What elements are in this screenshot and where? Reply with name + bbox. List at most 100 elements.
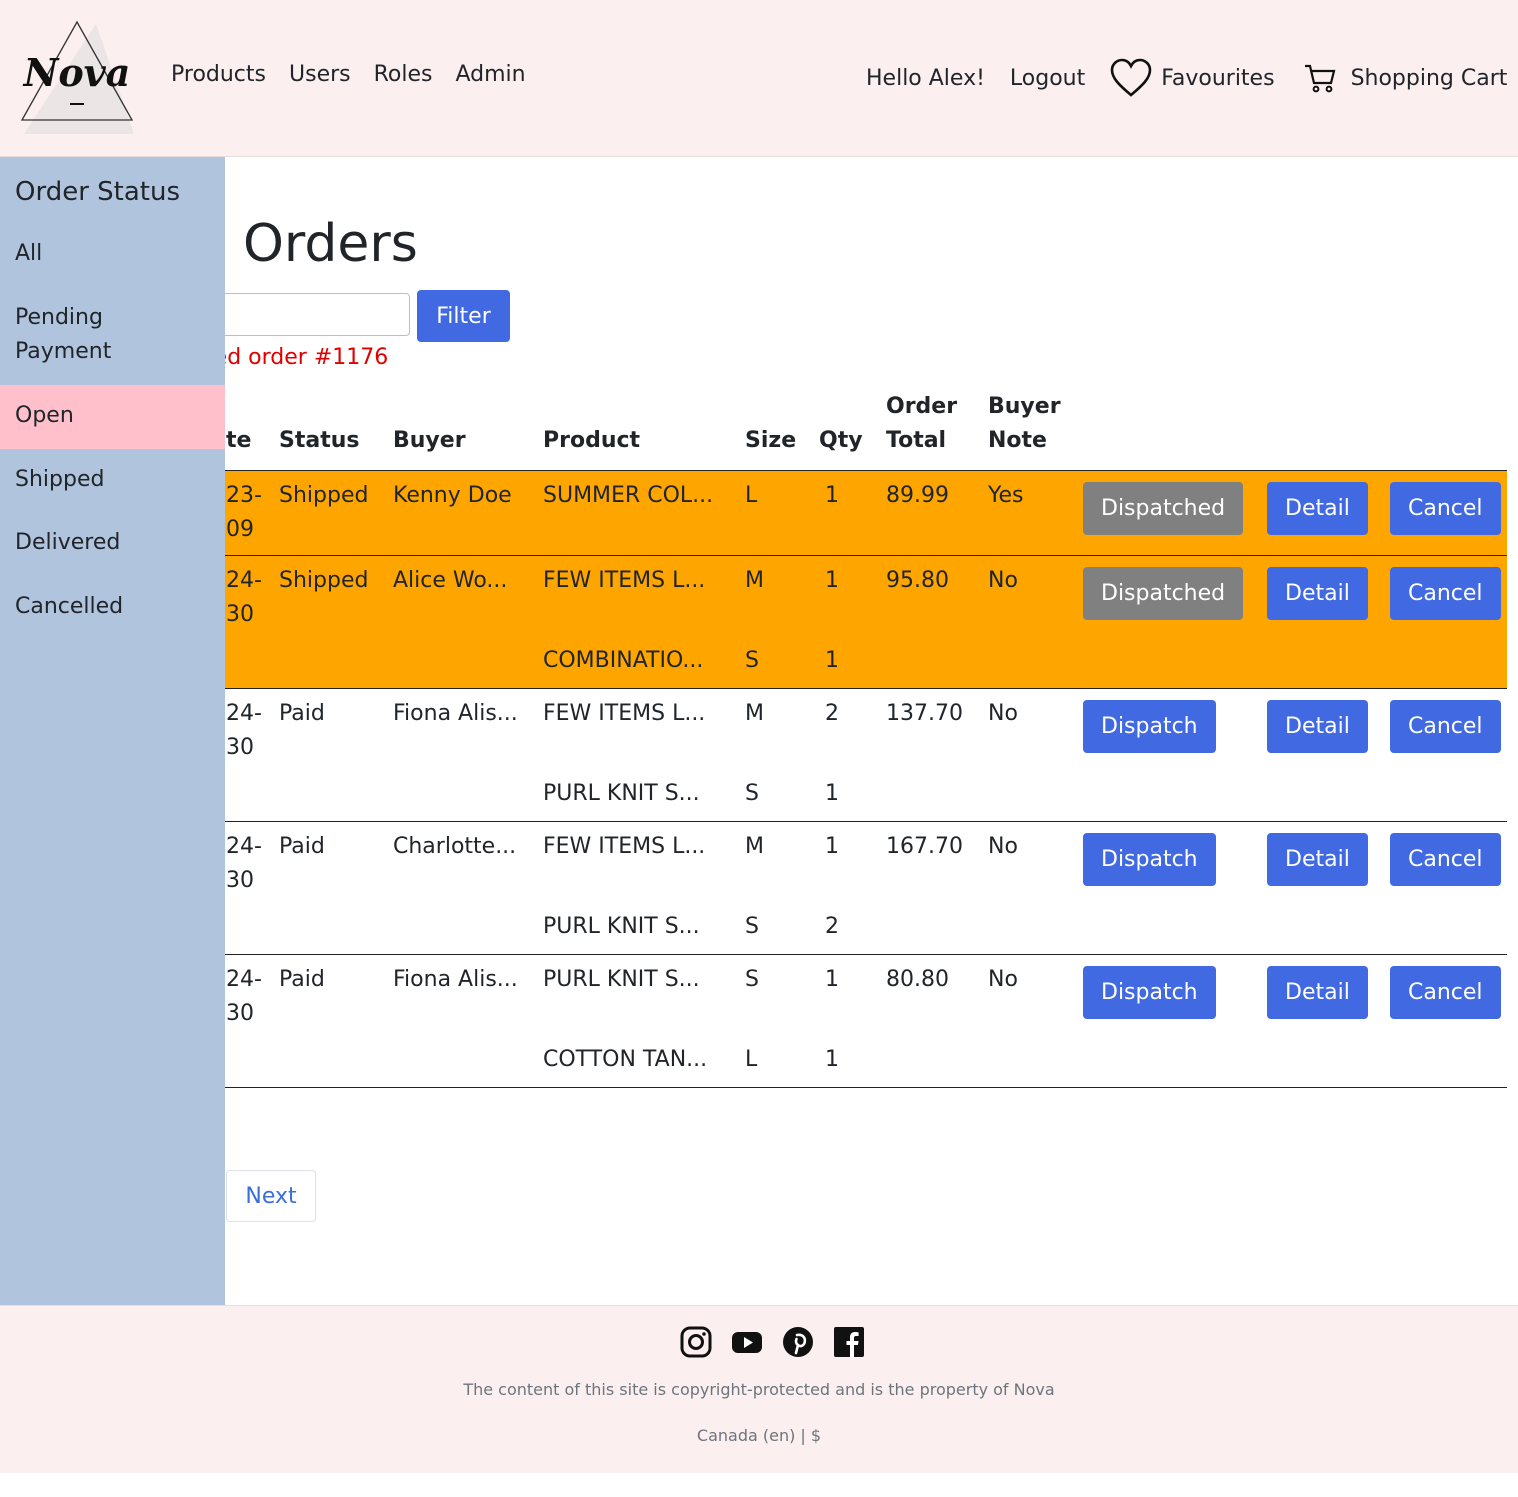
- dispatch-button[interactable]: Dispatch: [1083, 833, 1216, 886]
- dispatch-button[interactable]: Dispatch: [1083, 700, 1216, 753]
- buyer-note: Yes: [982, 470, 1077, 556]
- nav-products[interactable]: Products: [171, 62, 266, 87]
- empty-cell: [1384, 906, 1507, 955]
- cancel-button[interactable]: Cancel: [1390, 700, 1501, 753]
- shopping-cart-link[interactable]: Shopping Cart: [1303, 62, 1508, 94]
- table-row: 24- 30 Shipped Alice Wo... FEW ITEMS L... M 1 9…: [100, 555, 1507, 640]
- page-title: Orders: [243, 214, 418, 274]
- favourites-label: Favourites: [1161, 65, 1275, 91]
- item-size: S: [745, 967, 759, 992]
- col-order-total: Order Total: [880, 386, 982, 471]
- user-nav: Hello Alex! Logout Favourites Shopping C…: [866, 58, 1507, 98]
- col-size: Size: [739, 386, 813, 471]
- item-qty: 1: [825, 967, 839, 992]
- empty-cell: [273, 906, 387, 955]
- item-size: L: [739, 470, 813, 556]
- detail-button[interactable]: Detail: [1267, 567, 1368, 620]
- item-size: S: [739, 640, 813, 689]
- cancel-button[interactable]: Cancel: [1390, 567, 1501, 620]
- cancel-cell: Cancel: [1384, 689, 1507, 774]
- col-buyer-note: Buyer Note: [982, 386, 1077, 471]
- copyright-text: The content of this site is copyright-pr…: [463, 1380, 1055, 1399]
- pinterest-icon[interactable]: [782, 1326, 814, 1358]
- sidebar-item-shipped[interactable]: Shipped: [0, 463, 225, 519]
- favourites-link[interactable]: Favourites: [1109, 58, 1275, 98]
- buyer-note: No: [988, 967, 1018, 992]
- nav-users[interactable]: Users: [289, 62, 351, 87]
- order-total: 95.80: [880, 555, 982, 640]
- empty-cell: [880, 1039, 982, 1088]
- logout-link[interactable]: Logout: [1010, 66, 1085, 91]
- empty-cell: [880, 773, 982, 822]
- youtube-icon[interactable]: [731, 1326, 763, 1358]
- detail-cell: Detail: [1261, 955, 1384, 1040]
- order-status: Paid: [279, 967, 325, 992]
- item-qty: 1: [825, 834, 839, 859]
- cancel-cell: Cancel: [1384, 822, 1507, 907]
- col-buyer: Buyer: [387, 386, 537, 471]
- facebook-icon[interactable]: [833, 1326, 865, 1358]
- empty-cell: [273, 1039, 387, 1088]
- locale-selector[interactable]: Canada (en) | $: [0, 1426, 1518, 1445]
- greeting: Hello Alex!: [866, 65, 985, 91]
- table-row-item: COTTON TAN... L 1: [100, 1039, 1507, 1088]
- table-row: 24- 30 Paid Fiona Alis... FEW ITEMS L... M 2 13…: [100, 689, 1507, 774]
- empty-cell: [1261, 1039, 1384, 1088]
- pagination-next[interactable]: Next: [226, 1170, 316, 1222]
- detail-cell: Detail: [1261, 470, 1384, 556]
- detail-button[interactable]: Detail: [1267, 700, 1368, 753]
- item-size: M: [745, 701, 764, 726]
- sidebar-item-pending-payment[interactable]: Pending Payment: [0, 301, 225, 385]
- site-header: Nova Products Users Roles Admin Hello Al…: [0, 0, 1518, 157]
- col-qty: Qty: [813, 386, 880, 471]
- order-buyer: Kenny Doe: [387, 470, 537, 556]
- dispatched-button[interactable]: Dispatched: [1083, 567, 1244, 620]
- sidebar-item-cancelled[interactable]: Cancelled: [0, 590, 225, 646]
- order-buyer: Fiona Alis...: [393, 967, 518, 992]
- table-header-row: te Status Buyer Product Size Qty Order T…: [100, 386, 1507, 471]
- instagram-icon[interactable]: [680, 1326, 712, 1358]
- order-total: 167.70: [886, 834, 963, 859]
- action-cell: Dispatch: [1077, 955, 1261, 1040]
- order-status: Paid: [279, 834, 325, 859]
- sidebar-item-open[interactable]: Open: [0, 385, 225, 449]
- sidebar-item-all[interactable]: All: [0, 237, 225, 293]
- empty-cell: [1384, 640, 1507, 689]
- dispatch-button[interactable]: Dispatch: [1083, 966, 1216, 1019]
- site-footer: The content of this site is copyright-pr…: [0, 1305, 1518, 1473]
- table-row-item: COMBINATIO... S 1: [100, 640, 1507, 689]
- cancel-button[interactable]: Cancel: [1390, 833, 1501, 886]
- cart-label: Shopping Cart: [1350, 65, 1508, 91]
- order-buyer: Fiona Alis...: [393, 701, 518, 726]
- cancel-button[interactable]: Cancel: [1390, 482, 1501, 535]
- item-size: M: [739, 555, 813, 640]
- order-buyer: Alice Wo...: [387, 555, 537, 640]
- filter-button[interactable]: Filter: [417, 290, 510, 342]
- empty-cell: [1261, 773, 1384, 822]
- social-links: [680, 1326, 865, 1358]
- orders-table: te Status Buyer Product Size Qty Order T…: [100, 386, 1507, 1088]
- empty-cell: [982, 1039, 1077, 1088]
- col-detail: [1261, 386, 1384, 471]
- item-product: COTTON TAN...: [537, 1039, 739, 1088]
- action-cell: Dispatch: [1077, 689, 1261, 774]
- empty-cell: [1077, 1039, 1261, 1088]
- nav-roles[interactable]: Roles: [374, 62, 433, 87]
- empty-cell: [1261, 640, 1384, 689]
- detail-button[interactable]: Detail: [1267, 482, 1368, 535]
- table-row-item: PURL KNIT S... S 2: [100, 906, 1507, 955]
- order-status-sidebar: Order Status All Pending Payment Open Sh…: [0, 157, 225, 1305]
- detail-button[interactable]: Detail: [1267, 966, 1368, 1019]
- cancel-button[interactable]: Cancel: [1390, 966, 1501, 1019]
- nav-admin[interactable]: Admin: [455, 62, 525, 87]
- empty-cell: [982, 906, 1077, 955]
- detail-button[interactable]: Detail: [1267, 833, 1368, 886]
- empty-cell: [387, 773, 537, 822]
- nova-logo[interactable]: Nova: [18, 18, 136, 136]
- sidebar-item-delivered[interactable]: Delivered: [0, 526, 225, 582]
- empty-cell: [1384, 773, 1507, 822]
- order-total: 137.70: [886, 701, 963, 726]
- table-row-item: PURL KNIT S... S 1: [100, 773, 1507, 822]
- dispatched-button[interactable]: Dispatched: [1083, 482, 1244, 535]
- buyer-note: No: [988, 834, 1018, 859]
